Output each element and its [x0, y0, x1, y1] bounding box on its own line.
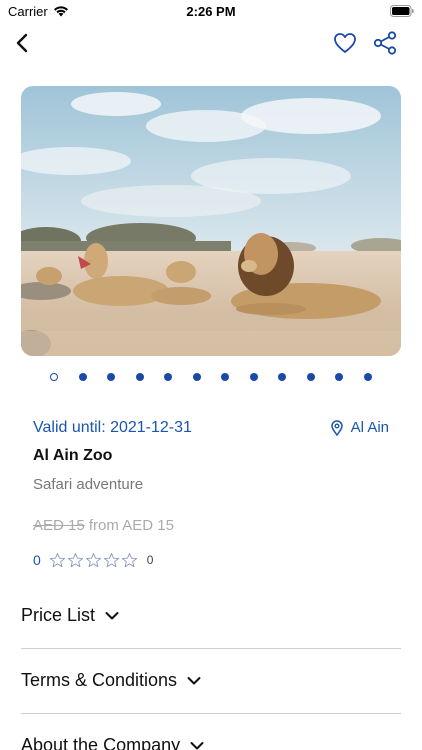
share-icon[interactable] [372, 30, 398, 56]
location-pin-icon [330, 419, 343, 436]
nav-bar [0, 28, 422, 60]
section-header[interactable]: Price List [21, 605, 119, 626]
back-icon[interactable] [12, 30, 34, 56]
lions-photo-illustration [21, 86, 401, 356]
section-header[interactable]: Terms & Conditions [21, 670, 201, 691]
gallery-page-indicator[interactable] [0, 371, 422, 383]
section-label: About the Company [21, 735, 181, 750]
offer-title: Al Ain Zoo [33, 447, 113, 464]
page-dot[interactable] [363, 373, 372, 381]
heart-icon[interactable] [332, 30, 358, 56]
battery-icon [390, 5, 414, 17]
page-dot[interactable] [164, 373, 172, 381]
section-terms-conditions[interactable]: Terms & Conditions [21, 650, 401, 714]
rating-row: 0 0 [33, 550, 153, 570]
section-label: Price List [21, 605, 96, 625]
section-header[interactable]: About the Company [21, 735, 204, 750]
page-dot[interactable] [249, 373, 258, 381]
current-price: from AED 15 [88, 517, 174, 534]
page-dot[interactable] [278, 373, 286, 381]
section-label: Terms & Conditions [21, 670, 178, 690]
page-dot[interactable] [50, 373, 58, 381]
valid-until-label: Valid until: 2021-12-31 [33, 419, 192, 436]
page-dot[interactable] [335, 373, 343, 381]
chevron-down-icon [190, 741, 204, 749]
star-icon [49, 552, 65, 567]
page-dot[interactable] [221, 373, 229, 381]
star-rating [49, 552, 138, 569]
page-dot[interactable] [135, 373, 144, 381]
page-dot[interactable] [306, 373, 315, 381]
chevron-down-icon [105, 611, 119, 619]
star-icon [85, 552, 101, 567]
status-bar: Carrier 2:26 PM [0, 0, 422, 24]
price-row: AED 15 from AED 15 [33, 517, 174, 534]
location-link[interactable]: Al Ain [330, 419, 389, 436]
star-icon [103, 552, 119, 567]
chevron-down-icon [187, 676, 201, 684]
star-icon [67, 552, 83, 567]
section-price-list[interactable]: Price List [21, 585, 401, 649]
location-label: Al Ain [350, 419, 389, 436]
rating-value: 0 [33, 552, 41, 568]
offer-subtitle: Safari adventure [33, 476, 144, 493]
page-dot[interactable] [192, 373, 201, 381]
hero-image[interactable] [21, 86, 401, 356]
old-price: AED 15 [33, 517, 85, 534]
clock-label: 2:26 PM [186, 4, 236, 19]
rating-count: 0 [146, 553, 154, 567]
page-dot[interactable] [107, 373, 115, 381]
section-about-company[interactable]: About the Company [21, 715, 401, 750]
page-dot[interactable] [78, 373, 87, 381]
star-icon [121, 552, 137, 567]
